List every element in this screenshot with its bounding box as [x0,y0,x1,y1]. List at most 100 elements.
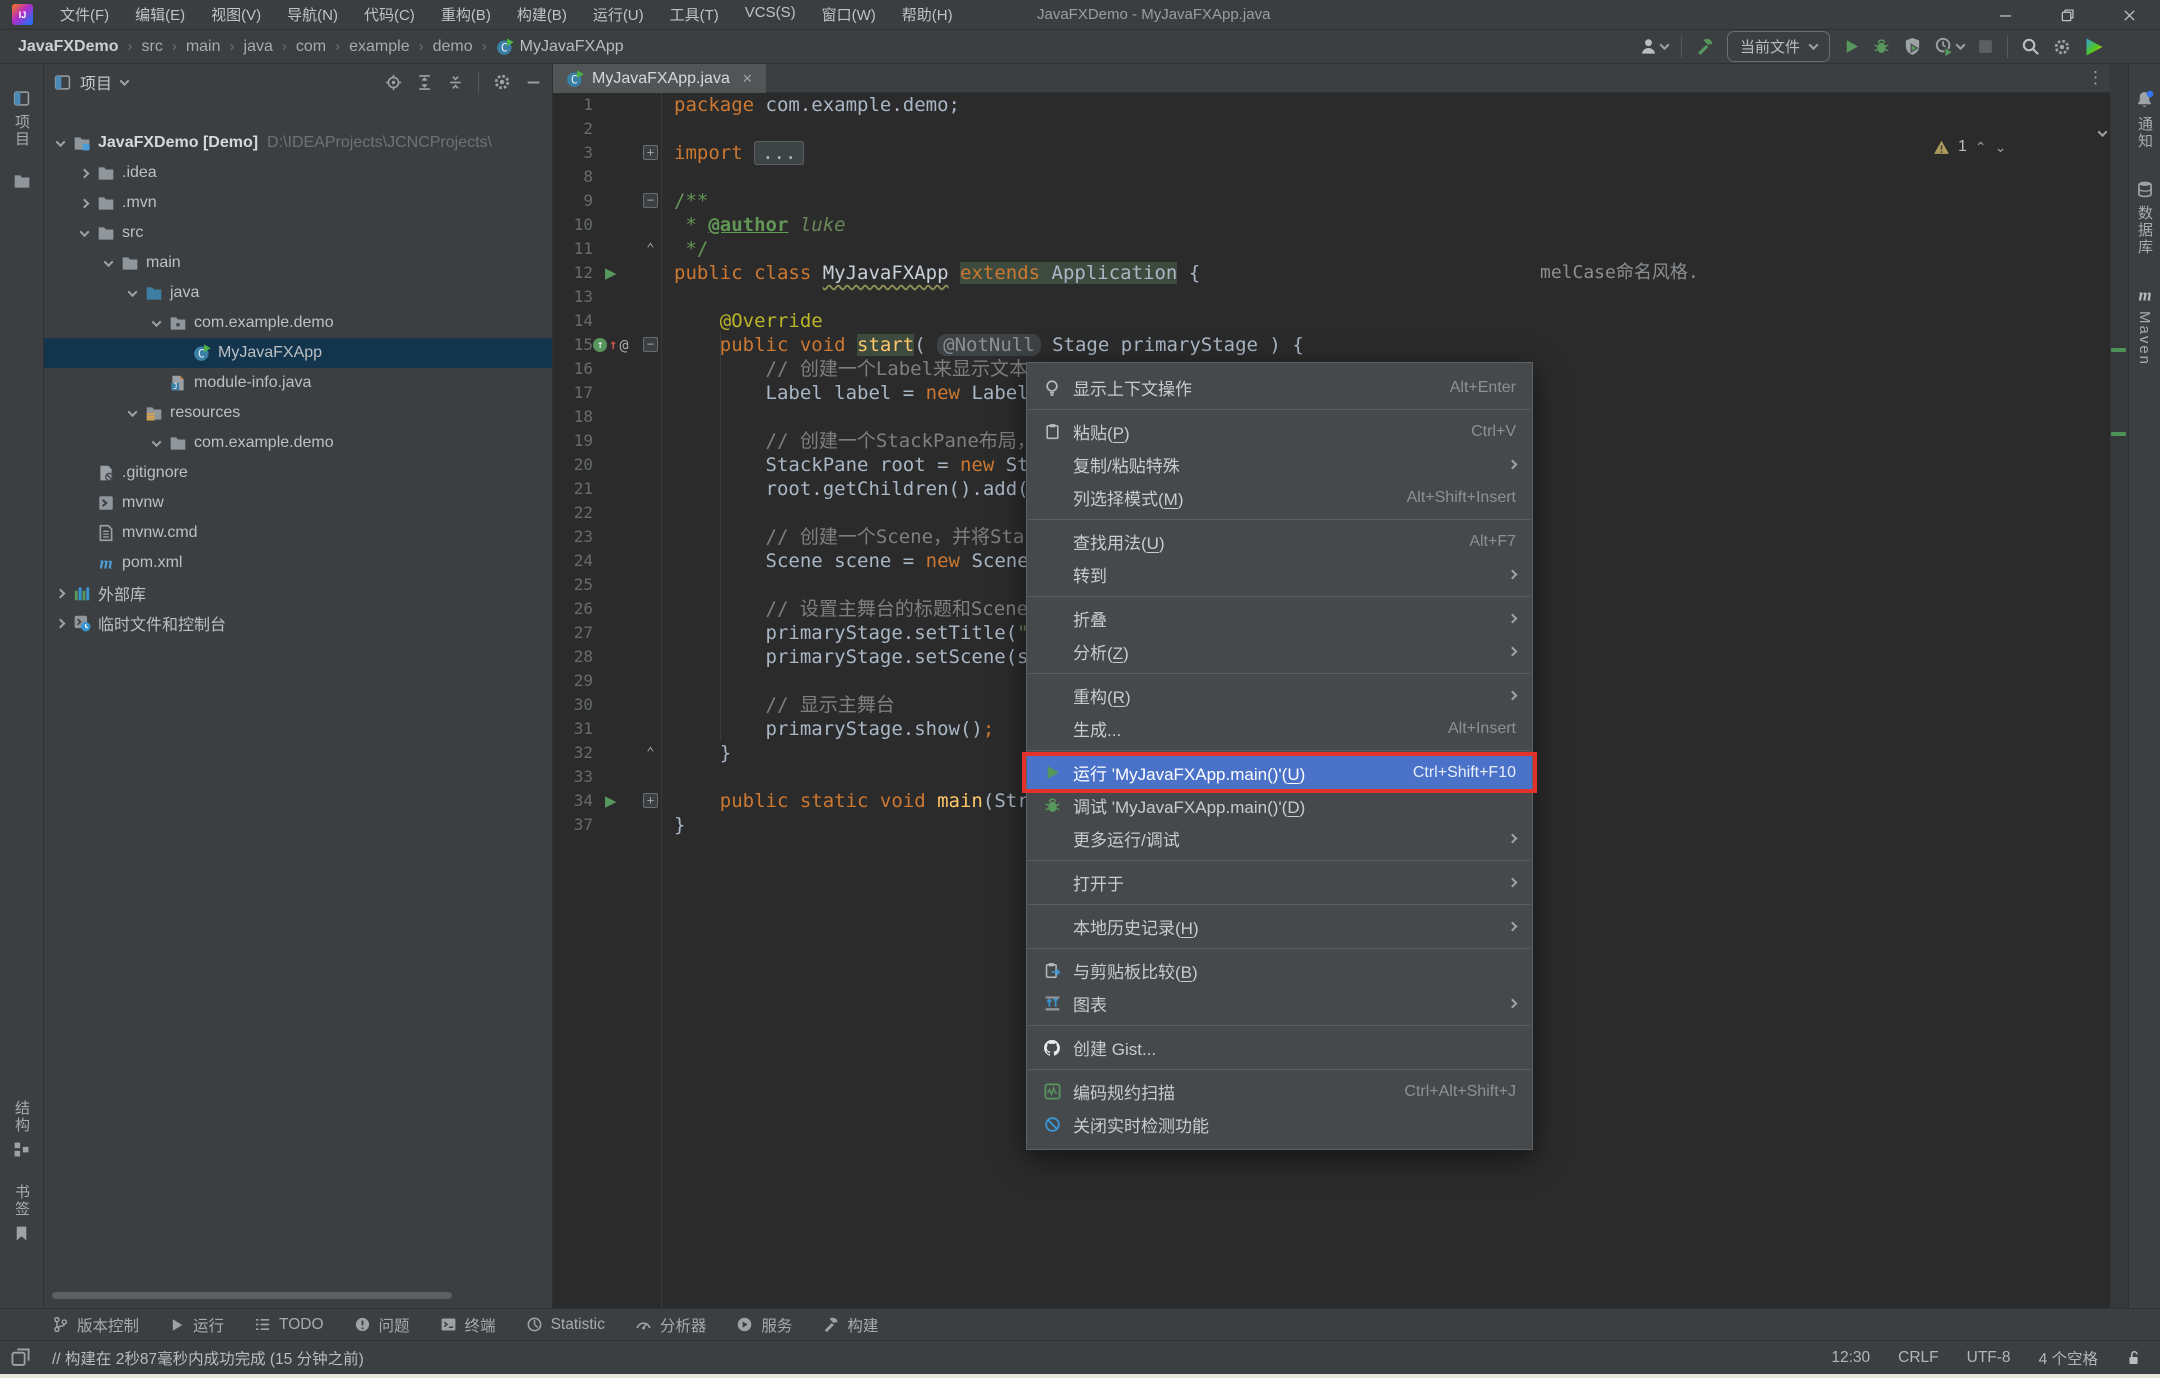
close-icon[interactable] [2098,0,2160,30]
menu-item[interactable]: 视图(V) [198,4,274,25]
fold-collapse-icon[interactable]: − [643,193,658,208]
menu-item[interactable]: 工具(T) [657,4,732,25]
expand-all-icon[interactable] [416,74,433,91]
gear-icon[interactable] [493,73,511,91]
menu-item[interactable]: 帮助(H) [889,4,966,25]
toolwindow-button-problems[interactable]: 问题 [354,1314,410,1336]
menu-item[interactable]: 创建 Gist... [1027,1031,1532,1064]
error-stripe[interactable] [2110,64,2128,1308]
menu-item[interactable]: 编辑(E) [122,4,198,25]
sidebar-item-project[interactable]: 项目 [0,90,43,148]
tree-collapsed-chevron[interactable] [79,198,89,208]
menu-item[interactable]: 重构(R) [1027,679,1532,712]
menu-item[interactable]: 折叠 [1027,602,1532,635]
run-config-combo[interactable]: 当前文件 [1727,31,1830,62]
tree-item[interactable]: src [44,218,552,248]
tree-item[interactable]: main [44,248,552,278]
fold-end-icon[interactable]: ⌃ [643,243,658,258]
tree-expanded-chevron[interactable] [151,437,161,447]
minimize-icon[interactable] [525,74,542,91]
breadcrumb-item[interactable]: com [296,38,326,56]
menu-item[interactable]: 复制/粘贴特殊 [1027,448,1532,481]
tree-expanded-chevron[interactable] [127,287,137,297]
breadcrumb-file[interactable]: CMyJavaFXApp [496,38,624,56]
tree-expanded-chevron[interactable] [151,317,161,327]
sidebar-item-maven-letter[interactable]: mMaven [2129,286,2160,366]
menu-item[interactable]: 代码(C) [351,4,428,25]
tree-expanded-chevron[interactable] [79,227,89,237]
jfx-button[interactable] [2084,37,2104,57]
run-gutter-icon[interactable]: ▶ [605,261,649,285]
toolwindow-button-services[interactable]: 服务 [736,1314,792,1336]
menu-item[interactable]: 编码规约扫描Ctrl+Alt+Shift+J [1027,1075,1532,1108]
menu-item[interactable]: 转到 [1027,558,1532,591]
tree-item[interactable]: com.example.demo [44,428,552,458]
close-icon[interactable]: ✕ [742,71,753,87]
minimize-icon[interactable] [1974,0,2036,30]
status-widget[interactable]: UTF-8 [1967,1349,2011,1367]
user-button[interactable] [1639,37,1668,56]
status-widget[interactable]: 12:30 [1831,1349,1870,1367]
sidebar-item-structure[interactable]: 结构 [0,1100,43,1158]
fold-expand-icon[interactable]: + [643,145,658,160]
menu-item[interactable]: 查找用法(U)Alt+F7 [1027,525,1532,558]
tree-item[interactable]: JavaFXDemo [Demo]D:\IDEAProjects\JCNCPro… [44,128,552,158]
tree-item[interactable]: com.example.demo [44,308,552,338]
tree-item[interactable]: 外部库 [44,578,552,608]
toolwindow-button-branch[interactable]: 版本控制 [52,1314,139,1336]
menu-item[interactable]: 生成...Alt+Insert [1027,712,1532,745]
profiler-button[interactable] [1935,37,1964,56]
tree-expanded-chevron[interactable] [55,137,65,147]
toolwindow-button-run-outline[interactable]: 运行 [169,1314,224,1336]
tree-expanded-chevron[interactable] [103,257,113,267]
breadcrumb-item[interactable]: example [349,38,409,56]
fold-end-icon[interactable]: ⌃ [643,747,658,762]
tree-item[interactable]: mvnw.cmd [44,518,552,548]
status-widget[interactable]: CRLF [1898,1349,1938,1367]
tree-item[interactable]: 临时文件和控制台 [44,608,552,638]
lock-open-icon[interactable] [2126,1350,2142,1366]
fold-expand-icon[interactable]: + [643,793,658,808]
tree-item[interactable]: java [44,278,552,308]
tree-item[interactable]: .mvn [44,188,552,218]
chevron-down-icon[interactable] [120,76,130,86]
breadcrumb-item[interactable]: demo [433,38,473,56]
stripe-mark[interactable] [2111,348,2126,352]
menu-item[interactable]: 导航(N) [274,4,351,25]
toolwindow-button-build[interactable]: 构建 [822,1314,878,1336]
menu-item[interactable]: 窗口(W) [809,4,889,25]
stop-button[interactable] [1977,38,1994,55]
tree-collapsed-chevron[interactable] [79,168,89,178]
sidebar-item-bell[interactable]: 通知 [2129,90,2160,150]
menu-item[interactable]: 更多运行/调试 [1027,822,1532,855]
override-gutter-icon[interactable]: ↑↑@ [593,333,637,357]
tree-item[interactable]: mvnw [44,488,552,518]
breadcrumb-item[interactable]: JavaFXDemo [18,38,119,56]
menu-item[interactable]: 关闭实时检测功能 [1027,1108,1532,1141]
toolwindow-button-statistic[interactable]: Statistic [526,1316,605,1334]
menu-item[interactable]: 构建(B) [504,4,580,25]
tab-myjavafxapp[interactable]: C MyJavaFXApp.java ✕ [553,64,766,93]
menu-item[interactable]: 本地历史记录(H) [1027,910,1532,943]
target-icon[interactable] [385,74,402,91]
tree-item[interactable]: .gitignore [44,458,552,488]
toolwindow-button-terminal[interactable]: 终端 [440,1314,496,1336]
breadcrumb-item[interactable]: src [142,38,163,56]
toolwindow-button-todo[interactable]: TODO [254,1316,324,1334]
status-widget[interactable]: 4 个空格 [2039,1347,2098,1369]
menu-item[interactable]: 显示上下文操作Alt+Enter [1027,371,1532,404]
menu-item[interactable]: 粘贴(P)Ctrl+V [1027,415,1532,448]
menu-item[interactable]: 运行 'MyJavaFXApp.main()'(U)Ctrl+Shift+F10 [1027,756,1532,789]
gear-button[interactable] [2053,38,2071,56]
play-button[interactable] [1843,38,1860,55]
search-button[interactable] [2021,37,2040,56]
tree-item[interactable]: resources [44,398,552,428]
menu-item[interactable]: 文件(F) [47,4,122,25]
menu-item[interactable]: 图表 [1027,987,1532,1020]
fold-collapse-icon[interactable]: − [643,337,658,352]
tab-overflow-icon[interactable]: ⋮ [2087,68,2104,88]
menu-item[interactable]: 列选择模式(M)Alt+Shift+Insert [1027,481,1532,514]
tree-collapsed-chevron[interactable] [55,618,65,628]
breadcrumb-item[interactable]: main [186,38,221,56]
tree-item[interactable]: mpom.xml [44,548,552,578]
